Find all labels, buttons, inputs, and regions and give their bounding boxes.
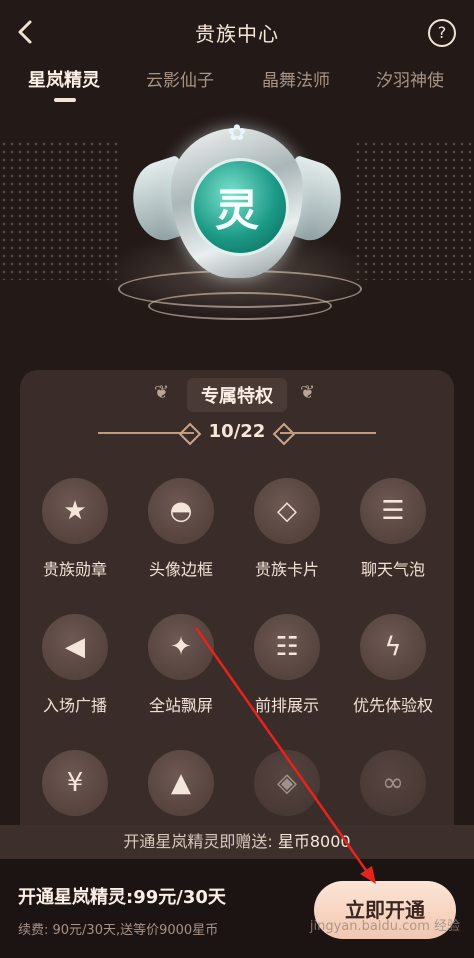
gift-box-icon: ◈ xyxy=(254,750,320,816)
privilege-label: 贵族卡片 xyxy=(254,560,319,579)
offer-text: 开通星岚精灵:99元/30天 xyxy=(18,887,226,908)
megaphone-icon: ◀ xyxy=(42,614,108,680)
privilege-item[interactable]: ◓ 头像边框 xyxy=(128,478,234,598)
privilege-item[interactable]: ★ 贵族勋章 xyxy=(22,478,128,598)
privilege-label: 优先体验权 xyxy=(352,696,433,715)
privilege-count: 10/22 xyxy=(208,421,266,442)
promo-highlight: 星币8000 xyxy=(277,832,351,851)
privilege-label: 头像边框 xyxy=(148,560,213,579)
tab-yunying-xianzi[interactable]: 云影仙子 xyxy=(146,66,214,91)
flower-icon: ✿ xyxy=(227,121,247,146)
avatar-frame-icon: ◓ xyxy=(148,478,214,544)
page-title: 贵族中心 xyxy=(195,22,279,46)
chat-bubble-icon: ☰ xyxy=(360,478,426,544)
mask-icon: ∞ xyxy=(360,750,426,816)
tab-jingwu-fashi[interactable]: 晶舞法师 xyxy=(262,66,330,91)
magic-wand-icon: ✦ xyxy=(148,614,214,680)
privilege-item[interactable]: ✦ 全站飘屏 xyxy=(128,614,234,734)
privilege-item[interactable]: ☰ 聊天气泡 xyxy=(340,478,446,598)
lightning-icon: ϟ xyxy=(360,614,426,680)
privilege-label: 贵族勋章 xyxy=(42,560,107,579)
renew-text: 续费: 90元/30天,送等价9000星币 xyxy=(18,923,219,938)
badge-character: 灵 xyxy=(215,185,259,236)
privilege-item[interactable]: ◀ 入场广播 xyxy=(22,614,128,734)
promo-banner: 开通星岚精灵即赠送: 星币8000 xyxy=(0,825,474,859)
question-circle-icon[interactable]: ? xyxy=(428,19,456,47)
purchase-bar: 开通星岚精灵:99元/30天 续费: 90元/30天,送等价9000星币 立即开… xyxy=(0,859,474,958)
active-tab-indicator xyxy=(54,98,76,102)
hero-badge-area: 灵 ✿ xyxy=(0,110,474,370)
privilege-item[interactable]: ☷ 前排展示 xyxy=(234,614,340,734)
privileges-title: 专属特权 xyxy=(187,378,287,412)
noble-badge: 灵 ✿ xyxy=(122,121,352,294)
list-icon: ☷ xyxy=(254,614,320,680)
privilege-label: 前排展示 xyxy=(254,696,319,715)
yen-ticket-icon: ¥ xyxy=(42,750,108,816)
divider-line xyxy=(280,432,376,434)
rocket-icon: ▲ xyxy=(148,750,214,816)
diamond-card-icon: ◇ xyxy=(254,478,320,544)
decorative-dots xyxy=(354,140,474,280)
header: 贵族中心 ? xyxy=(0,0,474,64)
watermark: jingyan.baidu.com 经验 xyxy=(309,919,460,934)
promo-text: 开通星岚精灵即赠送: xyxy=(123,832,273,851)
privileges-panel: ❦ 专属特权 ❦ 10/22 ★ 贵族勋章 ◓ 头像边框 ◇ 贵族卡片 ☰ 聊天… xyxy=(20,370,454,830)
privilege-label: 聊天气泡 xyxy=(360,560,425,579)
privilege-label: 全站飘屏 xyxy=(148,696,213,715)
tab-xinglan-jingling[interactable]: 星岚精灵 xyxy=(28,66,100,92)
star-badge-icon: ★ xyxy=(42,478,108,544)
laurel-right-icon: ❦ xyxy=(300,382,316,403)
privilege-item[interactable]: ϟ 优先体验权 xyxy=(340,614,446,734)
privilege-item[interactable]: ◇ 贵族卡片 xyxy=(234,478,340,598)
privilege-label: 入场广播 xyxy=(42,696,107,715)
badge-ring xyxy=(148,292,332,320)
tab-bar: 星岚精灵 云影仙子 晶舞法师 汐羽神使 xyxy=(0,66,474,110)
decorative-dots xyxy=(0,140,120,280)
tab-xiyu-shenshi[interactable]: 汐羽神使 xyxy=(376,66,444,91)
